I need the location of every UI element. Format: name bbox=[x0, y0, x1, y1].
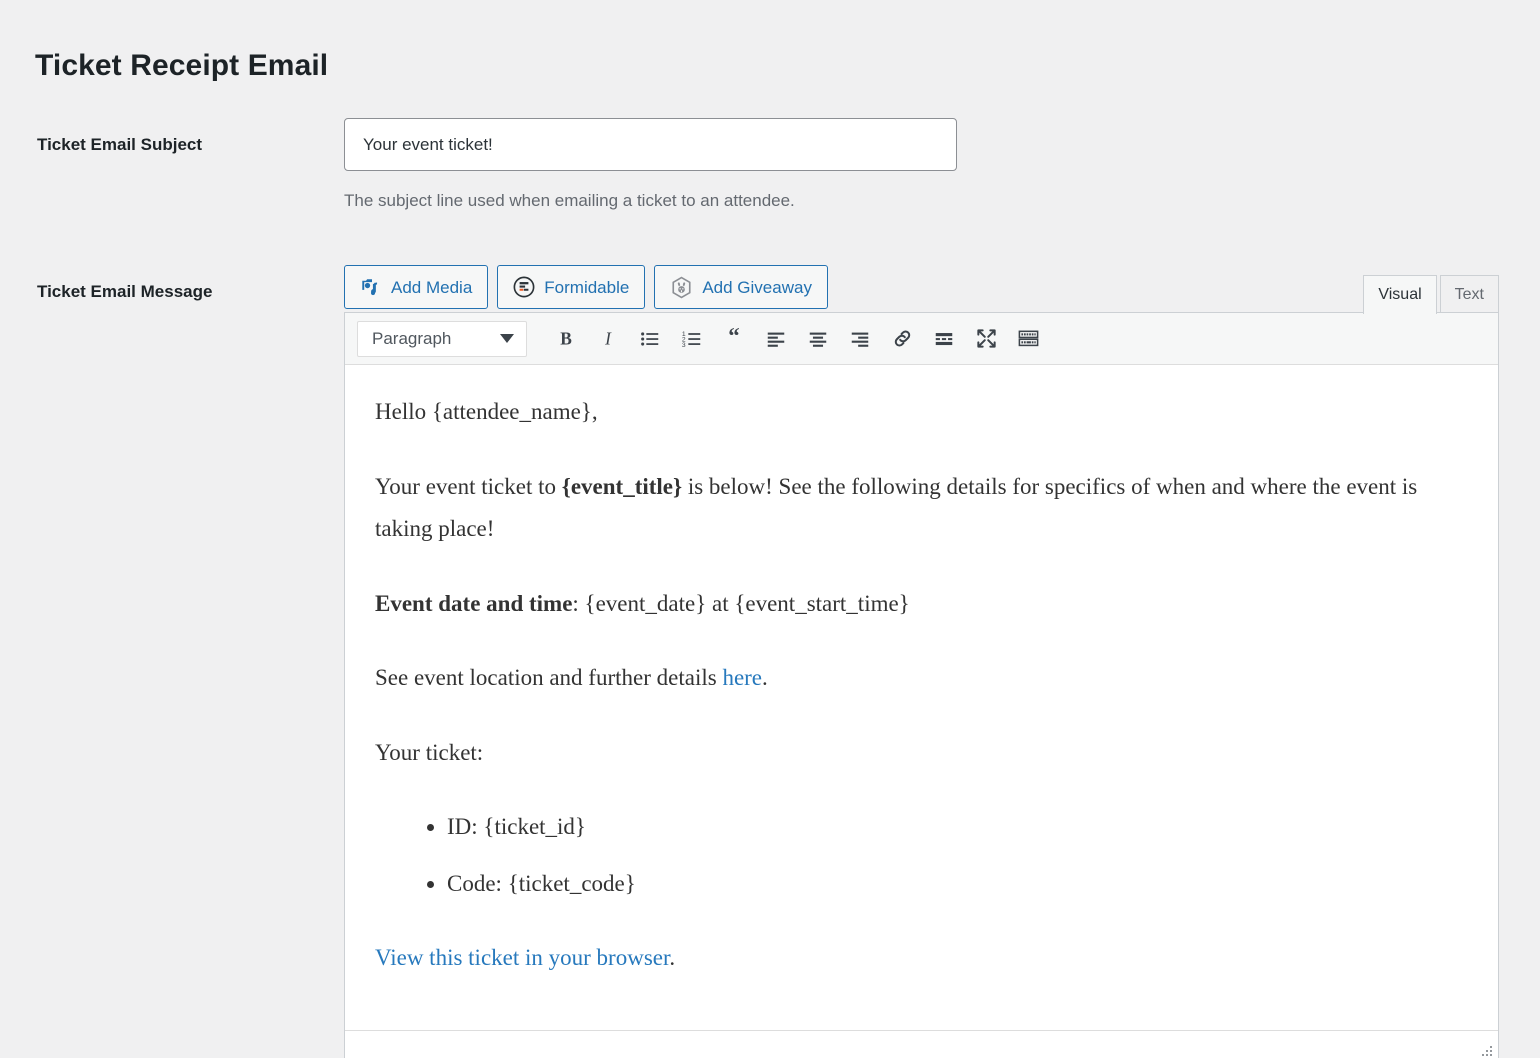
content-location-before: See event location and further details bbox=[375, 665, 723, 691]
add-media-button[interactable]: Add Media bbox=[344, 265, 489, 309]
editor-status-bar bbox=[345, 1029, 1498, 1058]
content-intro-before: Your event ticket to bbox=[375, 473, 562, 499]
link-icon bbox=[891, 327, 914, 350]
numbered-list-button[interactable]: 1 2 3 bbox=[671, 320, 713, 358]
bulleted-list-icon bbox=[639, 328, 661, 350]
format-select-value: Paragraph bbox=[372, 328, 452, 348]
bold-icon: B bbox=[555, 328, 577, 350]
chevron-down-icon bbox=[500, 334, 514, 343]
italic-button[interactable]: I bbox=[587, 320, 629, 358]
editor-mode-tabs: Visual Text bbox=[1360, 273, 1499, 314]
editor-content-area[interactable]: Hello {attendee_name}, Your event ticket… bbox=[345, 365, 1498, 1030]
ticket-email-subject-label: Ticket Email Subject bbox=[37, 135, 203, 154]
content-location: See event location and further details h… bbox=[375, 657, 1468, 700]
blockquote-icon: “ bbox=[723, 328, 745, 350]
italic-icon: I bbox=[597, 328, 619, 350]
tab-text[interactable]: Text bbox=[1439, 274, 1499, 314]
ticket-email-subject-help-text: The subject line used when emailing a ti… bbox=[344, 191, 795, 210]
align-left-icon bbox=[765, 328, 787, 350]
content-event-date: Event date and time: {event_date} at {ev… bbox=[375, 583, 1468, 626]
add-giveaway-button[interactable]: Add Giveaway bbox=[654, 265, 828, 309]
bold-button[interactable]: B bbox=[545, 320, 587, 358]
content-event-date-value: : {event_date} at {event_start_time} bbox=[572, 590, 910, 616]
editor-media-buttons-row: Add Media Formidable Add Giveaway Visual… bbox=[344, 265, 1499, 314]
numbered-list-icon: 1 2 3 bbox=[681, 328, 703, 350]
content-ticket-list: ID: {ticket_id} Code: {ticket_code} bbox=[375, 806, 1468, 905]
ticket-email-subject-input[interactable] bbox=[344, 118, 957, 171]
editor-resize-handle[interactable] bbox=[1478, 1044, 1494, 1058]
editor-container: Paragraph B I 1 2 3 “ Hello {attendee_na… bbox=[344, 312, 1499, 1058]
formidable-button[interactable]: Formidable bbox=[497, 265, 646, 309]
formidable-button-label: Formidable bbox=[544, 277, 630, 297]
align-right-button[interactable] bbox=[839, 320, 881, 358]
content-intro-bold: {event_title} bbox=[561, 473, 683, 499]
content-browser-link[interactable]: View this ticket in your browser bbox=[375, 945, 669, 970]
content-location-link[interactable]: here bbox=[722, 665, 762, 690]
fullscreen-icon bbox=[975, 327, 998, 350]
svg-text:3: 3 bbox=[682, 341, 686, 348]
tab-visual[interactable]: Visual bbox=[1363, 274, 1437, 314]
toolbar-toggle-button[interactable] bbox=[1007, 320, 1049, 358]
align-center-icon bbox=[807, 328, 829, 350]
format-select[interactable]: Paragraph bbox=[357, 320, 527, 357]
read-more-button[interactable] bbox=[923, 320, 965, 358]
editor-toolbar: Paragraph B I 1 2 3 “ bbox=[345, 313, 1498, 365]
blockquote-button[interactable]: “ bbox=[713, 320, 755, 358]
svg-text:I: I bbox=[604, 328, 612, 348]
list-item: Code: {ticket_code} bbox=[447, 863, 1468, 906]
page-title: Ticket Receipt Email bbox=[35, 49, 329, 83]
content-location-after: . bbox=[762, 665, 768, 691]
content-browser-link-after: . bbox=[669, 945, 676, 971]
add-media-icon bbox=[360, 276, 382, 298]
fullscreen-button[interactable] bbox=[965, 320, 1007, 358]
read-more-icon bbox=[933, 328, 955, 350]
content-intro: Your event ticket to {event_title} is be… bbox=[375, 466, 1468, 551]
list-item: ID: {ticket_id} bbox=[447, 806, 1468, 849]
svg-text:“: “ bbox=[728, 328, 739, 349]
add-giveaway-button-label: Add Giveaway bbox=[702, 277, 812, 297]
content-browser-line: View this ticket in your browser. bbox=[375, 937, 1468, 980]
admin-settings-page: Ticket Receipt Email Ticket Email Subjec… bbox=[0, 0, 1540, 1058]
insert-link-button[interactable] bbox=[881, 320, 923, 358]
align-center-button[interactable] bbox=[797, 320, 839, 358]
wp-editor-wrapper: Add Media Formidable Add Giveaway Visual… bbox=[344, 265, 1499, 1058]
align-left-button[interactable] bbox=[755, 320, 797, 358]
content-greeting: Hello {attendee_name}, bbox=[375, 399, 598, 424]
bullet-list-button[interactable] bbox=[629, 320, 671, 358]
formidable-icon bbox=[513, 276, 535, 298]
svg-text:B: B bbox=[560, 328, 572, 348]
rabbit-hexagon-icon bbox=[670, 276, 693, 299]
align-right-icon bbox=[849, 328, 871, 350]
content-event-date-label: Event date and time bbox=[375, 590, 573, 616]
ticket-email-message-label: Ticket Email Message bbox=[37, 282, 213, 301]
content-ticket-heading: Your ticket: bbox=[375, 739, 484, 765]
add-media-button-label: Add Media bbox=[391, 277, 473, 297]
keyboard-toolbar-toggle-icon bbox=[1017, 327, 1040, 350]
